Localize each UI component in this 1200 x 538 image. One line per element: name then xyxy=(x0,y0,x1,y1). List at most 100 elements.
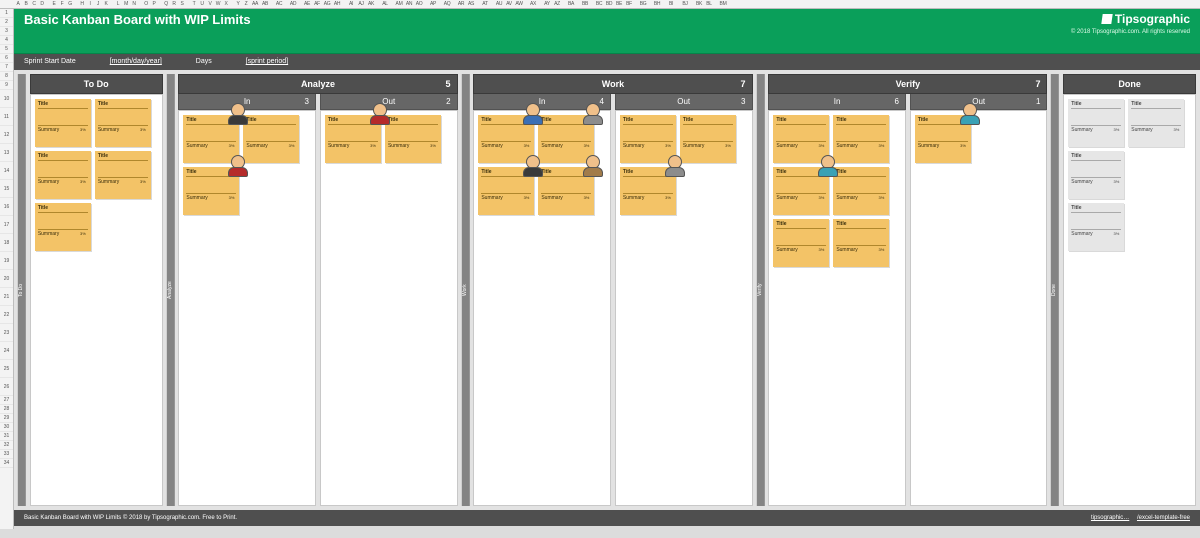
footer-text: Basic Kanban Board with WIP Limits © 201… xyxy=(24,515,237,521)
card-summary: Summary3% xyxy=(98,177,148,185)
card-title: Title xyxy=(1131,101,1181,109)
avatar-icon xyxy=(578,155,608,185)
lane-verify: Verify 7 In6 Out1 TitleSummary3%TitleSum… xyxy=(768,74,1047,506)
kanban-card[interactable]: TitleSummary3% xyxy=(478,167,534,215)
card-percent: 3% xyxy=(229,143,235,148)
kanban-card[interactable]: TitleSummary3% xyxy=(35,151,91,199)
lane-tab-todo[interactable]: To Do xyxy=(18,74,26,506)
card-title: Title xyxy=(246,117,296,125)
card-percent: 3% xyxy=(819,143,825,148)
card-title: Title xyxy=(1071,205,1121,213)
card-percent: 3% xyxy=(229,195,235,200)
card-title: Title xyxy=(623,117,673,125)
card-title: Title xyxy=(38,205,88,213)
card-summary: Summary3% xyxy=(918,141,968,149)
kanban-card[interactable]: Title Summary3% xyxy=(1068,203,1124,251)
card-percent: 3% xyxy=(879,247,885,252)
card-percent: 3% xyxy=(80,127,86,132)
footer-link-template[interactable]: /excel-template-free xyxy=(1137,515,1190,521)
card-percent: 3% xyxy=(430,143,436,148)
card-percent: 3% xyxy=(725,143,731,148)
avatar-icon xyxy=(223,155,253,185)
card-summary: Summary3% xyxy=(541,193,591,201)
kanban-card[interactable]: TitleSummary3% xyxy=(35,203,91,251)
card-percent: 3% xyxy=(1174,127,1180,132)
card-summary: Summary3% xyxy=(186,141,236,149)
lane-body-done[interactable]: TitleSummary3%TitleSummary3%TitleSummary… xyxy=(1063,94,1196,506)
sheet-column-headers: ABCDEFGHIJKLMNOPQRSTUVWXYZAAABACADAEAFAG… xyxy=(0,0,1200,9)
kanban-card[interactable]: TitleSummary3% xyxy=(833,219,889,267)
kanban-card[interactable]: TitleSummary3% xyxy=(620,167,676,215)
card-title: Title xyxy=(388,117,438,125)
kanban-card[interactable]: Title Summary3% xyxy=(773,219,829,267)
lane-body-verify-in[interactable]: Title Summary3% Title Summary3% Title Summary… xyxy=(768,110,906,506)
kanban-card[interactable]: TitleSummary3% xyxy=(183,167,239,215)
card-summary: Summary3% xyxy=(1071,229,1121,237)
lane-body-analyze-out[interactable]: TitleSummary3%TitleSummary3% xyxy=(320,110,458,506)
kanban-card[interactable]: TitleSummary3% xyxy=(95,99,151,147)
card-percent: 3% xyxy=(879,195,885,200)
card-percent: 3% xyxy=(960,143,966,148)
card-percent: 3% xyxy=(665,195,671,200)
kanban-card[interactable]: TitleSummary3% xyxy=(35,99,91,147)
card-percent: 3% xyxy=(1114,127,1120,132)
wip-work: 7 xyxy=(740,79,745,89)
lane-tab-verify[interactable]: Verify xyxy=(757,74,765,506)
card-title: Title xyxy=(38,153,88,161)
card-title: Title xyxy=(776,221,826,229)
avatar-icon xyxy=(660,155,690,185)
kanban-card[interactable]: TitleSummary3% xyxy=(1068,151,1124,199)
lane-body-todo[interactable]: TitleSummary3%TitleSummary3%TitleSummary… xyxy=(30,94,163,506)
kanban-card[interactable]: TitleSummary3% xyxy=(325,115,381,163)
kanban-card[interactable]: TitleSummary3% xyxy=(773,167,829,215)
lane-tab-analyze[interactable]: Analyze xyxy=(167,74,175,506)
lane-body-verify-out[interactable]: TitleSummary3% xyxy=(910,110,1048,506)
avatar-icon xyxy=(365,103,395,133)
card-percent: 3% xyxy=(140,127,146,132)
avatar-icon xyxy=(578,103,608,133)
lane-body-work-out[interactable]: TitleSummary3%TitleSummary3%TitleSummary… xyxy=(615,110,753,506)
bookmark-icon xyxy=(1101,14,1112,24)
card-percent: 3% xyxy=(879,143,885,148)
card-percent: 3% xyxy=(80,231,86,236)
card-summary: Summary3% xyxy=(328,141,378,149)
kanban-card[interactable]: TitleSummary3% xyxy=(1128,99,1184,147)
card-percent: 3% xyxy=(140,179,146,184)
kanban-card[interactable]: TitleSummary3% xyxy=(95,151,151,199)
kanban-card[interactable]: TitleSummary3% xyxy=(1068,99,1124,147)
sprint-info-bar: Sprint Start Date [month/day/year] Days … xyxy=(14,54,1200,70)
footer-link-site[interactable]: tipsographic… xyxy=(1091,515,1129,521)
lane-header-todo: To Do xyxy=(30,74,163,94)
sprint-days-label: Days xyxy=(196,58,212,65)
title-bar: Basic Kanban Board with WIP Limits Tipso… xyxy=(14,9,1200,54)
card-summary: Summary3% xyxy=(186,193,236,201)
sprint-start-input[interactable]: [month/day/year] xyxy=(96,58,176,65)
lane-tab-work[interactable]: Work xyxy=(462,74,470,506)
footer-bar: Basic Kanban Board with WIP Limits © 201… xyxy=(14,510,1200,526)
lane-tab-done[interactable]: Done xyxy=(1051,74,1059,506)
card-percent: 3% xyxy=(1114,231,1120,236)
kanban-card[interactable]: TitleSummary3% xyxy=(915,115,971,163)
card-summary: Summary3% xyxy=(776,245,826,253)
card-percent: 3% xyxy=(584,143,590,148)
card-summary: Summary3% xyxy=(836,141,886,149)
lane-body-analyze-in[interactable]: TitleSummary3%TitleSummary3%TitleSummary… xyxy=(178,110,316,506)
avatar-icon xyxy=(518,103,548,133)
page-title: Basic Kanban Board with WIP Limits xyxy=(24,12,1190,27)
card-summary: Summary3% xyxy=(481,193,531,201)
card-title: Title xyxy=(836,169,886,177)
card-title: Title xyxy=(836,221,886,229)
lane-header-work: Work 7 xyxy=(473,74,752,94)
card-summary: Summary3% xyxy=(1071,125,1121,133)
card-title: Title xyxy=(98,101,148,109)
card-summary: Summary3% xyxy=(776,141,826,149)
sprint-days-input[interactable]: [sprint period] xyxy=(232,58,302,65)
card-title: Title xyxy=(776,117,826,125)
card-percent: 3% xyxy=(80,179,86,184)
lane-body-work-in[interactable]: TitleSummary3%TitleSummary3%TitleSummary… xyxy=(473,110,611,506)
card-percent: 3% xyxy=(524,143,530,148)
lane-header-verify: Verify 7 xyxy=(768,74,1047,94)
avatar-icon xyxy=(813,155,843,185)
sheet-row-headers: 1234567891011121314151617181920212223242… xyxy=(0,9,14,529)
card-summary: Summary3% xyxy=(623,141,673,149)
